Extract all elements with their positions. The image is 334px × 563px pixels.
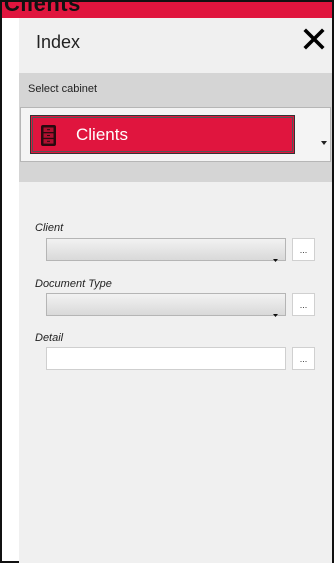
title-bar: Clients xyxy=(2,2,332,18)
cabinet-icon xyxy=(41,125,56,146)
panel-header: Index xyxy=(19,18,332,73)
client-label: Client xyxy=(35,222,64,234)
cabinet-label: Select cabinet xyxy=(28,83,98,95)
window-frame: Clients Index Select cabinet Clients Cli… xyxy=(0,0,334,563)
document-type-label: Document Type xyxy=(35,278,112,290)
panel-title: Index xyxy=(36,32,81,52)
index-panel: Index Select cabinet Clients Client ... … xyxy=(19,18,332,563)
chevron-down-icon xyxy=(273,303,278,317)
index-fields: Client ... Document Type ... Detail ... xyxy=(19,182,332,563)
detail-label: Detail xyxy=(35,332,64,344)
document-type-browse-button[interactable]: ... xyxy=(292,293,315,316)
document-type-combo[interactable] xyxy=(46,293,286,317)
cabinet-select[interactable]: Clients xyxy=(20,107,331,162)
cabinet-section: Select cabinet Clients xyxy=(19,73,332,182)
detail-browse-button[interactable]: ... xyxy=(292,347,315,370)
close-icon[interactable] xyxy=(303,28,325,50)
chevron-down-icon xyxy=(273,248,278,262)
chevron-down-icon[interactable] xyxy=(321,131,327,145)
client-combo[interactable] xyxy=(46,238,286,262)
client-browse-button[interactable]: ... xyxy=(292,238,315,261)
window-title: Clients xyxy=(4,2,81,16)
cabinet-selected-item[interactable]: Clients xyxy=(32,117,293,152)
cabinet-selected-label: Clients xyxy=(76,125,128,144)
detail-field[interactable] xyxy=(46,347,286,370)
